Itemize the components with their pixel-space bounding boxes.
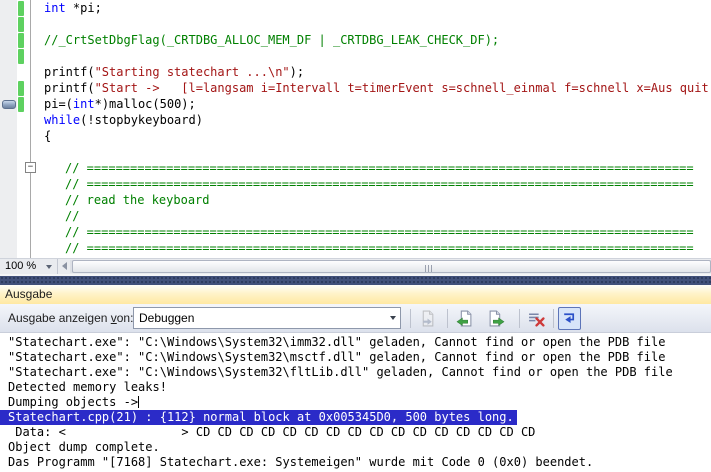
output-toolbar: Ausgabe anzeigen von: Debuggen	[0, 304, 711, 333]
word-wrap-toggle-button[interactable]	[558, 307, 581, 330]
code-line[interactable]: int *pi;	[44, 0, 102, 16]
find-message-in-code-button[interactable]	[416, 307, 439, 330]
clear-all-button[interactable]	[525, 307, 548, 330]
output-line[interactable]: Dumping objects ->	[0, 395, 711, 410]
output-line[interactable]: Object dump complete.	[0, 440, 711, 455]
clear-all-icon	[528, 310, 545, 327]
find-message-in-code-icon	[419, 310, 436, 327]
chevron-down-icon	[390, 316, 396, 320]
code-line[interactable]: //	[65, 208, 79, 224]
output-line[interactable]: Detected memory leaks!	[0, 380, 711, 395]
output-panel-title: Ausgabe	[5, 287, 52, 301]
code-line[interactable]: // =====================================…	[65, 240, 694, 256]
code-line[interactable]: // =====================================…	[65, 224, 694, 240]
scrollbar-grip-icon	[425, 265, 433, 272]
output-line[interactable]: "Statechart.exe": "C:\Windows\System32\m…	[0, 350, 711, 365]
code-line[interactable]: //_CrtSetDbgFlag(_CRTDBG_ALLOC_MEM_DF | …	[44, 32, 499, 48]
output-line[interactable]: "Statechart.exe": "C:\Windows\System32\i…	[0, 335, 711, 350]
editor-zoom-value: 100 %	[5, 260, 36, 272]
output-line-selected[interactable]: Statechart.cpp(21) : {112} normal block …	[0, 410, 517, 425]
panel-splitter[interactable]	[0, 276, 711, 285]
toolbar-separator	[553, 309, 554, 328]
code-line[interactable]: // =====================================…	[65, 160, 694, 176]
next-message-button[interactable]	[485, 307, 508, 330]
combobox-dropdown-button[interactable]	[385, 308, 400, 328]
output-source-combobox[interactable]: Debuggen	[133, 307, 401, 329]
code-line[interactable]: while(!stopbykeyboard)	[44, 112, 203, 128]
change-indicator	[18, 33, 24, 48]
toolbar-separator	[519, 309, 520, 328]
change-indicator	[18, 81, 24, 96]
code-line[interactable]: printf("Starting statechart ...\n");	[44, 64, 304, 80]
output-source-value: Debuggen	[139, 308, 194, 328]
change-indicator	[18, 49, 24, 64]
code-line[interactable]: printf("Start -> [l=langsam i=Intervall …	[44, 80, 709, 96]
scroll-left-button[interactable]	[62, 262, 67, 270]
outlining-margin-line	[30, 0, 31, 258]
code-line[interactable]: {	[44, 128, 51, 144]
change-indicator	[18, 97, 24, 112]
collapse-region-button[interactable]: −	[25, 162, 36, 173]
editor-scroll-row: 100 %	[0, 258, 711, 274]
word-wrap-icon	[561, 310, 578, 327]
previous-message-icon	[456, 310, 473, 327]
next-message-icon	[488, 310, 505, 327]
output-line[interactable]: Data: < > CD CD CD CD CD CD CD CD CD CD …	[0, 425, 711, 440]
text-caret	[138, 396, 139, 408]
horizontal-scrollbar-thumb[interactable]	[72, 260, 711, 273]
code-line[interactable]: // =====================================…	[65, 176, 694, 192]
show-output-from-label: Ausgabe anzeigen von:	[8, 304, 133, 333]
toolbar-separator	[410, 309, 411, 328]
previous-message-button[interactable]	[453, 307, 476, 330]
change-indicator	[18, 17, 24, 32]
output-line[interactable]: "Statechart.exe": "C:\Windows\System32\f…	[0, 365, 711, 380]
chevron-down-icon	[46, 265, 52, 269]
code-line[interactable]: // read the keyboard	[65, 192, 210, 208]
editor-zoom-combobox[interactable]: 100 %	[0, 259, 58, 274]
code-editor[interactable]: − int *pi; //_CrtSetDbgFlag(_CRTDBG_ALLOC…	[0, 0, 711, 258]
output-line[interactable]: Das Programm "[7168] Statechart.exe: Sys…	[0, 455, 711, 470]
visual-studio-window: − int *pi; //_CrtSetDbgFlag(_CRTDBG_ALLOC…	[0, 0, 711, 472]
bookmark-icon	[2, 100, 16, 109]
editor-indicator-margin[interactable]	[0, 0, 17, 258]
toolbar-separator	[447, 309, 448, 328]
output-panel-titlebar[interactable]: Ausgabe	[0, 285, 711, 304]
output-text-area[interactable]: "Statechart.exe": "C:\Windows\System32\i…	[0, 333, 711, 472]
code-line[interactable]: pi=(int*)malloc(500);	[44, 96, 196, 112]
change-indicator	[18, 1, 24, 16]
